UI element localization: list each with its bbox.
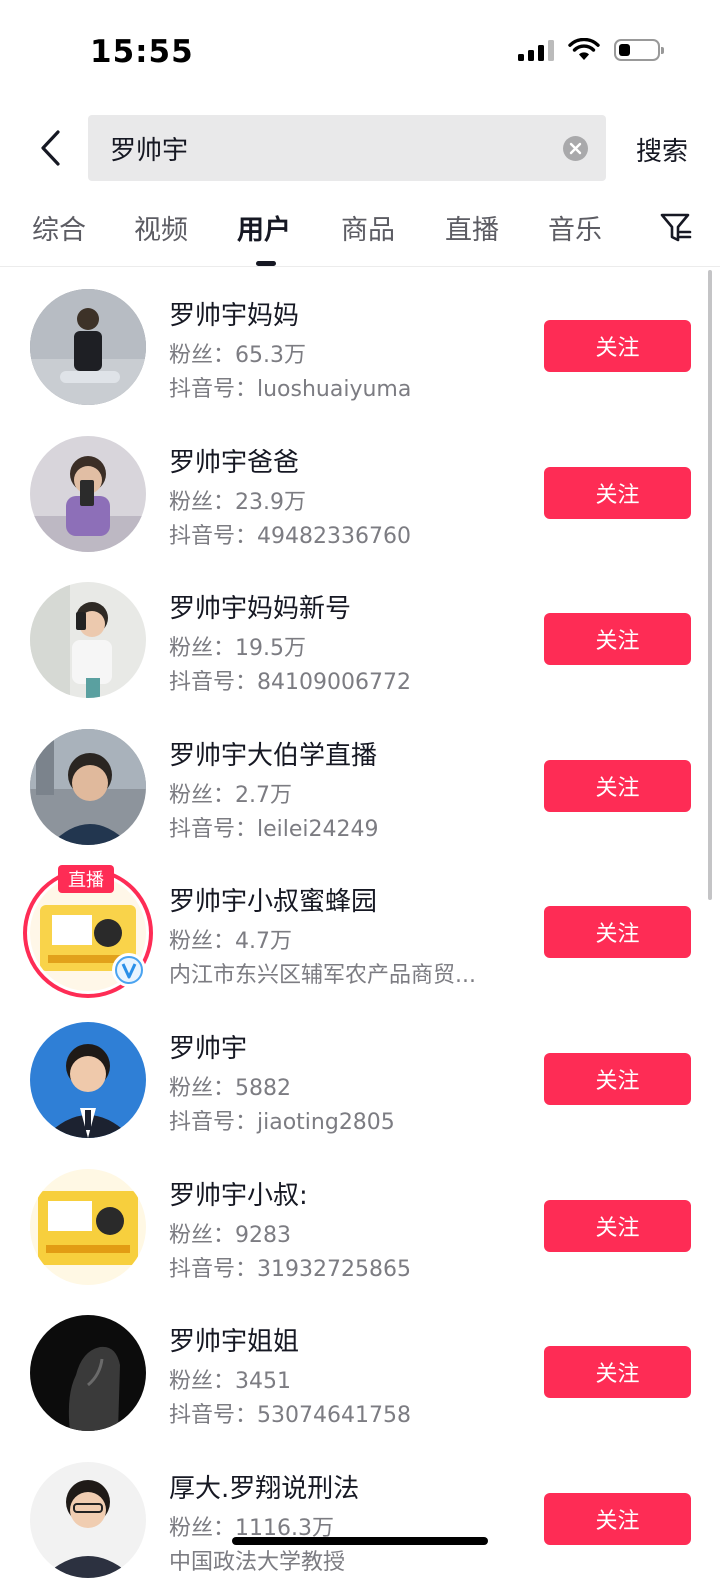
avatar[interactable] (30, 289, 146, 405)
status-icons (518, 38, 664, 62)
clear-icon (569, 142, 582, 155)
tab-music[interactable]: 音乐 (548, 208, 602, 247)
user-fans: 粉丝：3451 (169, 1369, 291, 1395)
user-name: 厚大.罗翔说刑法 (169, 1473, 360, 1504)
follow-button[interactable]: 关注 (544, 320, 691, 372)
user-fans: 粉丝：9283 (169, 1222, 291, 1248)
follow-button[interactable]: 关注 (544, 1492, 691, 1545)
user-name: 罗帅宇爸爸 (169, 447, 300, 478)
user-douyin-id: 抖音号：luoshuaiyuma (169, 377, 412, 402)
filter-icon (660, 213, 692, 242)
search-tabs: 综合 视频 用户 商品 直播 音乐 (0, 208, 720, 267)
follow-button[interactable]: 关注 (544, 759, 691, 812)
user-fans: 粉丝：2.7万 (169, 782, 292, 808)
follow-button[interactable]: 关注 (544, 906, 691, 959)
tab-products[interactable]: 商品 (341, 208, 395, 247)
avatar[interactable] (30, 1168, 146, 1285)
user-fans: 粉丝：19.5万 (169, 636, 306, 662)
user-results-list: 罗帅宇妈妈 粉丝：65.3万 抖音号：luoshuaiyuma 关注 罗帅宇爸爸… (0, 267, 720, 1586)
user-description: 中国政法大学教授 (169, 1549, 346, 1575)
verified-badge (112, 953, 146, 988)
user-row[interactable]: 厚大.罗翔说刑法 粉丝：1116.3万 中国政法大学教授 关注 (0, 1440, 720, 1586)
user-row[interactable]: 罗帅宇大伯学直播 粉丝：2.7万 抖音号：leilei24249 关注 (0, 707, 720, 854)
search-input[interactable] (110, 115, 540, 181)
filter-button[interactable] (658, 210, 694, 246)
avatar[interactable] (30, 435, 146, 552)
tab-live[interactable]: 直播 (445, 208, 499, 247)
user-douyin-id: 抖音号：leilei24249 (169, 816, 379, 842)
wifi-icon (568, 38, 600, 60)
verified-icon (115, 956, 143, 985)
user-row[interactable]: 罗帅宇妈妈 粉丝：65.3万 抖音号：luoshuaiyuma 关注 (0, 267, 720, 414)
user-name: 罗帅宇妈妈 (169, 301, 300, 331)
avatar[interactable] (30, 1461, 146, 1578)
search-row: 搜索 (0, 115, 720, 181)
search-submit-button[interactable]: 搜索 (636, 131, 688, 168)
follow-button[interactable]: 关注 (544, 1346, 691, 1399)
user-row[interactable]: 直播 罗帅宇小叔蜜蜂园 粉丝：4.7万 内江市东兴区辅军农产品商贸... 关注 (0, 853, 720, 1000)
user-row[interactable]: 罗帅宇 粉丝：5882 抖音号：jiaoting2805 关注 (0, 1000, 720, 1147)
avatar[interactable] (30, 582, 146, 699)
home-indicator[interactable] (232, 1537, 488, 1545)
status-time: 15:55 (90, 34, 194, 70)
scrollbar[interactable] (708, 270, 712, 900)
battery-icon (614, 39, 664, 61)
user-name: 罗帅宇小叔蜜蜂园 (169, 887, 378, 918)
user-fans: 粉丝：5882 (169, 1075, 291, 1101)
user-row[interactable]: 罗帅宇小叔: 粉丝：9283 抖音号：31932725865 关注 (0, 1147, 720, 1294)
tab-general[interactable]: 综合 (32, 208, 86, 247)
follow-button[interactable]: 关注 (544, 466, 691, 519)
live-badge: 直播 (58, 865, 114, 894)
follow-button[interactable]: 关注 (544, 1052, 691, 1105)
tab-users[interactable]: 用户 (237, 208, 291, 247)
user-fans: 粉丝：4.7万 (169, 929, 292, 955)
cellular-signal-icon (518, 39, 554, 61)
status-bar: 15:55 (0, 0, 720, 105)
back-button[interactable] (30, 125, 70, 171)
user-douyin-id: 抖音号：jiaoting2805 (169, 1109, 395, 1135)
tab-videos[interactable]: 视频 (134, 208, 188, 247)
user-name: 罗帅宇小叔: (169, 1180, 308, 1211)
follow-button[interactable]: 关注 (544, 1199, 691, 1252)
user-douyin-id: 抖音号：49482336760 (169, 523, 411, 549)
search-box (88, 115, 606, 181)
clear-search-button[interactable] (563, 136, 588, 161)
user-fans: 粉丝：65.3万 (169, 343, 306, 368)
avatar[interactable] (30, 728, 146, 845)
user-name: 罗帅宇大伯学直播 (169, 740, 378, 771)
user-douyin-id: 抖音号：84109006772 (169, 670, 411, 696)
battery-level (619, 44, 630, 56)
user-row[interactable]: 罗帅宇爸爸 粉丝：23.9万 抖音号：49482336760 关注 (0, 414, 720, 561)
user-description: 内江市东兴区辅军农产品商贸... (169, 963, 476, 989)
user-fans: 粉丝：23.9万 (169, 489, 306, 515)
user-douyin-id: 抖音号：53074641758 (169, 1403, 411, 1429)
user-row[interactable]: 罗帅宇妈妈新号 粉丝：19.5万 抖音号：84109006772 关注 (0, 560, 720, 707)
user-name: 罗帅宇妈妈新号 (169, 594, 352, 625)
user-douyin-id: 抖音号：31932725865 (169, 1256, 411, 1282)
follow-button[interactable]: 关注 (544, 613, 691, 666)
user-name: 罗帅宇 (169, 1033, 248, 1064)
user-name: 罗帅宇姐姐 (169, 1327, 300, 1358)
chevron-left-icon (41, 130, 60, 166)
active-tab-indicator (256, 261, 276, 266)
avatar[interactable] (30, 1315, 146, 1432)
avatar[interactable] (30, 1021, 146, 1138)
user-row[interactable]: 罗帅宇姐姐 粉丝：3451 抖音号：53074641758 关注 (0, 1293, 720, 1440)
